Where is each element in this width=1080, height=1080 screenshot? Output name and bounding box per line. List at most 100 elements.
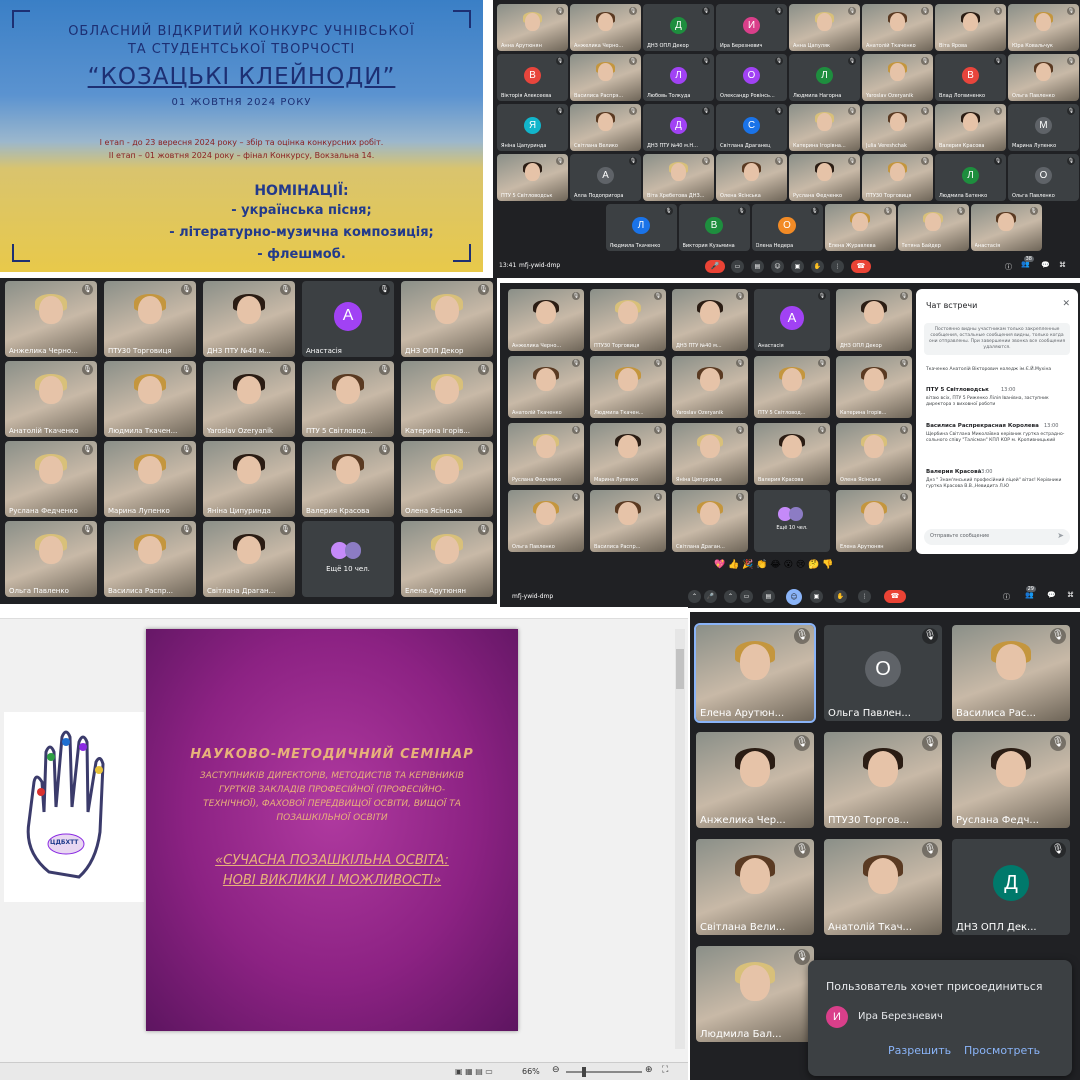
participant-tile[interactable]: 🎙 Світлана Драган... bbox=[672, 490, 748, 552]
participant-tile[interactable]: О 🎙 Ольга Павленко bbox=[1008, 154, 1079, 201]
participant-tile[interactable]: Я 🎙 Яніна Цапуриндa bbox=[497, 104, 568, 151]
participant-tile[interactable]: 🎙 Yaroslav Ozeryanik bbox=[203, 361, 295, 437]
raise-hand-button[interactable]: ✋ bbox=[834, 590, 847, 603]
participant-tile[interactable]: 🎙 Ольга Павленко bbox=[5, 521, 97, 597]
participant-tile[interactable]: 🎙 Ольга Павленко bbox=[508, 490, 584, 552]
participant-tile[interactable]: О 🎙 Ольга Павлен... bbox=[824, 625, 942, 721]
participant-tile[interactable]: 🎙 Катерина Ігорів... bbox=[836, 356, 912, 418]
participant-tile[interactable]: 🎙 ПТУ30 Торговиця bbox=[590, 289, 666, 351]
people-icon[interactable]: 👥 bbox=[1025, 591, 1034, 599]
more-options-button[interactable]: ⋮ bbox=[858, 590, 871, 603]
leave-call-button[interactable]: ☎ bbox=[851, 260, 871, 273]
participant-tile[interactable]: 🎙 Анжелика Черно... bbox=[5, 281, 97, 357]
activities-icon[interactable]: ⌘ bbox=[1067, 591, 1074, 599]
participant-tile[interactable]: 🎙 Анастасія bbox=[970, 204, 1042, 251]
participant-tile[interactable]: 🎙 Яніна Ципуринда bbox=[672, 423, 748, 485]
participant-tile[interactable]: О 🎙 Олена Недера bbox=[751, 204, 823, 251]
participant-tile[interactable]: 🎙 ПТУ 5 Світловод... bbox=[302, 361, 394, 437]
participant-tile[interactable]: 🎙 Світлана Велико bbox=[570, 104, 641, 151]
participant-tile[interactable]: 🎙 Анатолій Ткач... bbox=[824, 839, 942, 935]
view-buttons[interactable]: ▣ ▦ ▤ ▭ bbox=[455, 1067, 515, 1077]
info-icon[interactable]: ⓘ bbox=[1003, 592, 1010, 602]
chevron-up-icon[interactable]: ⌃ bbox=[688, 590, 701, 603]
participant-tile[interactable]: Д 🎙 ДНЗ ОПЛ Декор bbox=[643, 4, 714, 51]
close-icon[interactable]: ✕ bbox=[1062, 299, 1070, 309]
participant-tile[interactable]: А 🎙 Анастасія bbox=[754, 289, 830, 351]
participant-tile[interactable]: 🎙 Валерия Красова bbox=[754, 423, 830, 485]
participant-tile[interactable]: 🎙 ДНЗ ПТУ №40 м... bbox=[672, 289, 748, 351]
participant-tile[interactable]: 🎙 ПТУ30 Торгов... bbox=[824, 732, 942, 828]
participant-tile[interactable]: О 🎙 Олександр Ровінсь... bbox=[716, 54, 787, 101]
participant-tile[interactable]: 🎙 Julia Vereshchak bbox=[862, 104, 933, 151]
participant-tile[interactable]: Л 🎙 Людмила Батенко bbox=[935, 154, 1006, 201]
reactions-bar[interactable]: 💖 👍 🎉 👏 😂 😮 😢 🤔 👎 bbox=[714, 560, 833, 570]
participant-tile[interactable]: И 🎙 Ира Березневич bbox=[716, 4, 787, 51]
vertical-scrollbar[interactable] bbox=[675, 629, 685, 1049]
zoom-in-icon[interactable]: ⊕ bbox=[645, 1065, 653, 1075]
participant-tile[interactable]: 🎙 Анна Цапуляк bbox=[789, 4, 860, 51]
participant-tile[interactable]: 🎙 Руслана Федченко bbox=[508, 423, 584, 485]
participant-tile[interactable]: 🎙 ДНЗ ОПЛ Декор bbox=[401, 281, 493, 357]
chat-icon[interactable]: 💬 bbox=[1041, 261, 1050, 269]
participant-tile[interactable]: Л 🎙 Любовь Толкуда bbox=[643, 54, 714, 101]
participant-tile[interactable]: 🎙 Людмила Ткачен... bbox=[590, 356, 666, 418]
participant-tile[interactable]: С 🎙 Світлана Драганец bbox=[716, 104, 787, 151]
send-icon[interactable]: ➤ bbox=[1057, 531, 1064, 540]
activities-icon[interactable]: ⌘ bbox=[1059, 261, 1066, 269]
info-icon[interactable]: ⓘ bbox=[1005, 262, 1012, 272]
participant-tile[interactable]: Д 🎙 ДНЗ ПТУ №40 м.Н... bbox=[643, 104, 714, 151]
participant-tile[interactable]: В 🎙 Влад Логвиненко bbox=[935, 54, 1006, 101]
participant-tile[interactable]: 🎙 ДНЗ ОПЛ Декор bbox=[836, 289, 912, 351]
participant-tile[interactable]: 🎙 Елена Арутюн... bbox=[694, 623, 816, 723]
participant-tile[interactable]: 🎙 Анжелика Черно... bbox=[570, 4, 641, 51]
scrollbar-thumb[interactable] bbox=[676, 649, 684, 689]
fit-window-icon[interactable]: ⛶ bbox=[662, 1065, 668, 1075]
participant-tile[interactable]: Ещё 10 чел. bbox=[754, 490, 830, 552]
chat-input[interactable]: Отправьте сообщение ➤ bbox=[924, 529, 1070, 545]
participant-tile[interactable]: 🎙 Валерия Красова bbox=[935, 104, 1006, 151]
mic-button[interactable]: 🎤 bbox=[704, 590, 717, 603]
camera-button[interactable]: ▭ bbox=[731, 260, 744, 273]
captions-button[interactable]: ▤ bbox=[751, 260, 764, 273]
participant-tile[interactable]: 🎙 Олена Ясінська bbox=[401, 441, 493, 517]
participant-tile[interactable]: 🎙 Людмила Бал... bbox=[696, 946, 814, 1042]
emoji-button[interactable]: ☺ bbox=[786, 589, 802, 605]
participant-tile[interactable]: М 🎙 Марина Лупенко bbox=[1008, 104, 1079, 151]
participant-tile[interactable]: 🎙 Руслана Федченко bbox=[5, 441, 97, 517]
participant-tile[interactable]: 🎙 Елена Арутюнян bbox=[836, 490, 912, 552]
participant-tile[interactable]: 🎙 Світлана Драган... bbox=[203, 521, 295, 597]
present-button[interactable]: ▣ bbox=[791, 260, 804, 273]
chevron-up-icon[interactable]: ⌃ bbox=[724, 590, 737, 603]
participant-tile[interactable]: 🎙 Василиса Распр... bbox=[590, 490, 666, 552]
participant-tile[interactable]: В 🎙 Вікторія Алексеєва bbox=[497, 54, 568, 101]
zoom-slider[interactable] bbox=[566, 1071, 642, 1073]
participant-tile[interactable]: 🎙 ПТУ30 Торговиця bbox=[862, 154, 933, 201]
participant-tile[interactable]: 🎙 Yaroslav Ozeryanik bbox=[862, 54, 933, 101]
participant-tile[interactable]: 🎙 Валерия Красова bbox=[302, 441, 394, 517]
participant-tile[interactable]: 🎙 Віта Хребетова ДНЗ... bbox=[643, 154, 714, 201]
chat-icon[interactable]: 💬 bbox=[1047, 591, 1056, 599]
participant-tile[interactable]: 🎙 Руслана Федченко bbox=[789, 154, 860, 201]
participant-tile[interactable]: 🎙 Елена Журавлева bbox=[824, 204, 896, 251]
raise-hand-button[interactable]: ✋ bbox=[811, 260, 824, 273]
participant-tile[interactable]: 🎙 Анатолій Ткаченко bbox=[508, 356, 584, 418]
participant-tile[interactable]: Л 🎙 Людмила Нагорна bbox=[789, 54, 860, 101]
participant-tile[interactable]: 🎙 Анна Арутюнян bbox=[497, 4, 568, 51]
participant-tile[interactable]: 🎙 ПТУ 5 Світловодськ bbox=[497, 154, 568, 201]
participant-tile[interactable]: 🎙 Анжелика Чер... bbox=[696, 732, 814, 828]
more-options-button[interactable]: ⋮ bbox=[831, 260, 844, 273]
captions-button[interactable]: ▤ bbox=[762, 590, 775, 603]
participant-tile[interactable]: 🎙 Людмила Ткачен... bbox=[104, 361, 196, 437]
participant-tile[interactable]: 🎙 ДНЗ ПТУ №40 м... bbox=[203, 281, 295, 357]
participant-tile[interactable]: 🎙 Анатолій Ткаченко bbox=[5, 361, 97, 437]
participant-tile[interactable]: Ещё 10 чел. bbox=[302, 521, 394, 597]
participant-tile[interactable]: 🎙 Світлана Вели... bbox=[696, 839, 814, 935]
participant-tile[interactable]: 🎙 Анжелика Черно... bbox=[508, 289, 584, 351]
view-button[interactable]: Просмотреть bbox=[964, 1044, 1040, 1057]
participant-tile[interactable]: 🎙 ПТУ30 Торговиця bbox=[104, 281, 196, 357]
participant-tile[interactable]: 🎙 Yaroslav Ozeryanik bbox=[672, 356, 748, 418]
participant-tile[interactable]: 🎙 Катерина Ігорівна... bbox=[789, 104, 860, 151]
participant-tile[interactable]: Д 🎙 ДНЗ ОПЛ Дек... bbox=[952, 839, 1070, 935]
participant-tile[interactable]: Л 🎙 Людмила Ткаченко bbox=[605, 204, 677, 251]
participant-tile[interactable]: 🎙 Василиса Распрэ... bbox=[570, 54, 641, 101]
